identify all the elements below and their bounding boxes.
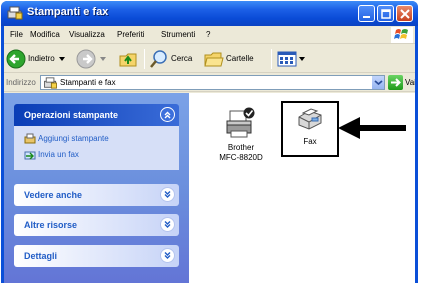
- details-title: Dettagli: [24, 251, 58, 261]
- close-icon: [400, 9, 410, 19]
- views-grid-icon: [277, 51, 297, 67]
- go-arrow-icon: [391, 78, 401, 87]
- windows-logo-icon: [391, 27, 413, 43]
- window-client: File Modifica Visualizza Preferiti Strum…: [4, 26, 416, 283]
- up-folder-icon: [119, 53, 137, 67]
- menu-bar: File Modifica Visualizza Preferiti Strum…: [4, 26, 415, 44]
- menu-favorites[interactable]: Preferiti: [117, 30, 145, 39]
- search-button[interactable]: Cerca: [149, 48, 201, 70]
- address-value: Stampanti e fax: [60, 78, 116, 87]
- search-icon: [150, 50, 167, 68]
- printer-icon: [226, 107, 255, 138]
- other-places-title: Altre risorse: [24, 220, 78, 230]
- add-printer-label: Aggiungi stampante: [38, 134, 109, 143]
- forward-arrow-icon: [76, 49, 96, 69]
- send-fax-label: Invia un fax: [38, 150, 79, 159]
- printer-model: MFC-8820D: [219, 153, 263, 162]
- chevron-down-double-icon: [164, 191, 171, 198]
- printer-name: Brother: [227, 143, 255, 152]
- fax-icon: [298, 108, 322, 130]
- task-pane: Operazioni stampante Aggiungi stampante: [4, 93, 189, 283]
- back-button[interactable]: Indietro: [6, 48, 66, 70]
- back-dropdown-icon: [59, 57, 65, 61]
- menu-edit[interactable]: Modifica: [30, 30, 60, 39]
- views-dropdown-icon: [299, 57, 305, 61]
- printer-tasks-header[interactable]: Operazioni stampante: [14, 104, 179, 126]
- menu-help[interactable]: ?: [206, 30, 210, 39]
- chevron-down-icon: [374, 80, 383, 86]
- minimize-icon: [363, 16, 370, 18]
- toolbar: Indietro Cerca Cartelle: [4, 45, 415, 73]
- folders-icon: [204, 52, 224, 67]
- see-also-title: Vedere anche: [24, 190, 83, 200]
- go-button[interactable]: [388, 75, 403, 90]
- address-input[interactable]: Stampanti e fax: [40, 75, 385, 90]
- explorer-window: Stampanti e fax File Modifica Visualizza…: [1, 1, 418, 283]
- folders-label: Cartelle: [226, 54, 254, 63]
- close-button[interactable]: [396, 5, 413, 22]
- fax-label: Fax: [303, 137, 317, 146]
- address-dropdown-button[interactable]: [371, 76, 384, 89]
- collapse-button[interactable]: [160, 107, 175, 122]
- search-label: Cerca: [171, 54, 193, 63]
- maximize-button[interactable]: [377, 5, 394, 22]
- printer-label: Brother MFC-8820D: [211, 143, 271, 163]
- add-printer-icon: [24, 133, 36, 144]
- chevron-down-double-icon: [164, 252, 171, 259]
- back-label: Indietro: [28, 54, 55, 63]
- details-header[interactable]: Dettagli: [14, 245, 179, 267]
- views-button[interactable]: [277, 48, 307, 70]
- folders-button[interactable]: Cartelle: [204, 48, 266, 70]
- up-folder-button[interactable]: [117, 48, 139, 70]
- fax-item[interactable]: Fax: [281, 101, 339, 157]
- expand-button[interactable]: [160, 187, 175, 202]
- menu-view[interactable]: Visualizza: [69, 30, 105, 39]
- printer-tasks-title: Operazioni stampante: [24, 110, 119, 120]
- toolbar-separator: [271, 49, 272, 69]
- see-also-header[interactable]: Vedere anche: [14, 184, 179, 206]
- printer-brother-item[interactable]: Brother MFC-8820D: [211, 105, 271, 165]
- title-bar[interactable]: Stampanti e fax: [1, 1, 418, 26]
- menu-tools[interactable]: Strumenti: [161, 30, 195, 39]
- back-arrow-icon: [6, 49, 26, 69]
- printer-fax-icon: [44, 77, 57, 89]
- window-title: Stampanti e fax: [27, 6, 109, 18]
- expand-button[interactable]: [160, 248, 175, 263]
- send-fax-icon: [24, 151, 36, 160]
- chevron-down-double-icon: [164, 221, 171, 228]
- minimize-button[interactable]: [358, 5, 375, 22]
- other-places-header[interactable]: Altre risorse: [14, 214, 179, 236]
- address-bar: Indirizzo Stampanti e fax Vai: [4, 74, 416, 92]
- menu-file[interactable]: File: [10, 30, 23, 39]
- expand-button[interactable]: [160, 217, 175, 232]
- maximize-icon: [381, 9, 391, 19]
- chevron-up-double-icon: [164, 111, 171, 119]
- printer-fax-icon: [7, 6, 23, 20]
- forward-button[interactable]: [76, 48, 110, 70]
- pointer-arrow-icon: [338, 117, 406, 139]
- window-border: [415, 26, 418, 283]
- printer-tasks-body: Aggiungi stampante Invia un fax: [14, 126, 179, 170]
- address-label: Indirizzo: [6, 78, 36, 87]
- forward-dropdown-icon: [100, 57, 106, 61]
- toolbar-separator: [144, 49, 145, 69]
